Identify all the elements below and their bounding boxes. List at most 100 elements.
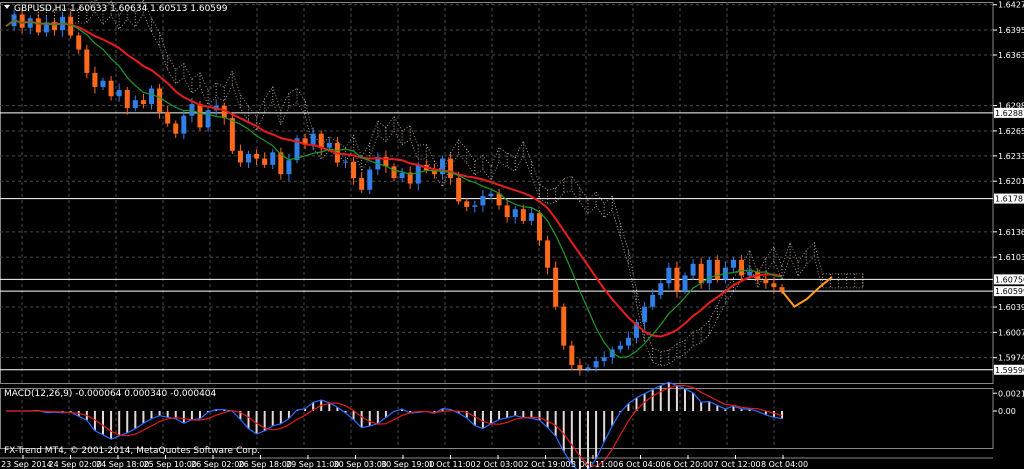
level-label: 1.59590 xyxy=(995,366,1024,375)
candle-body xyxy=(747,271,753,276)
price-tick-label: 1.61035 xyxy=(998,253,1024,262)
time-tick-label: 1 Oct 11:00 xyxy=(429,460,476,469)
candle-body xyxy=(698,263,704,284)
candle-body xyxy=(537,213,542,241)
candle-body xyxy=(326,143,332,148)
candle-body xyxy=(310,133,316,145)
candle-body xyxy=(367,169,373,190)
candle-body xyxy=(229,118,235,151)
level-label: 1.61787 xyxy=(995,195,1024,204)
candle-body xyxy=(246,153,251,163)
candle-body xyxy=(181,115,187,134)
candle-body xyxy=(205,110,211,128)
candle-body xyxy=(116,90,122,97)
price-chart[interactable]: 1.628871.617871.607501.605991.59590 1.64… xyxy=(0,0,1024,469)
price-tick-label: 1.62980 xyxy=(998,102,1024,111)
price-tick-label: 1.62655 xyxy=(998,127,1024,136)
candle-body xyxy=(237,150,243,163)
candle-body xyxy=(92,72,98,87)
candle-body xyxy=(464,201,470,207)
candle-body xyxy=(173,123,179,134)
time-tick-label: 30 Sep 03:00 xyxy=(334,460,387,469)
time-tick-label: 29 Sep 11:00 xyxy=(286,460,339,469)
candle-body xyxy=(140,100,146,105)
candle-body xyxy=(504,205,510,218)
candle-body xyxy=(84,49,90,73)
candle-body xyxy=(480,196,486,206)
candle-body xyxy=(415,164,421,184)
candle-body xyxy=(731,259,736,268)
candle-body xyxy=(488,193,494,197)
level-label: 1.60599 xyxy=(995,287,1024,296)
candle-body xyxy=(472,205,478,207)
candle-body xyxy=(706,259,712,284)
candle-body xyxy=(553,267,559,307)
candle-body xyxy=(585,367,591,369)
candle-body xyxy=(658,283,664,295)
candle-body xyxy=(545,240,551,268)
candle-body xyxy=(124,90,130,108)
candle-body xyxy=(108,80,114,97)
candle-body xyxy=(666,267,672,284)
candle-body xyxy=(197,104,203,128)
candle-body xyxy=(262,158,268,165)
candle-body xyxy=(569,345,575,366)
candle-body xyxy=(617,345,623,350)
candle-body xyxy=(391,166,397,179)
price-tick-label: 1.59745 xyxy=(998,354,1024,363)
time-tick-label: 2 Oct 03:00 xyxy=(476,460,523,469)
price-tick-label: 1.64275 xyxy=(998,1,1024,10)
copyright-text: FX-Trend MT4, © 2001-2014, MetaQuotes So… xyxy=(4,446,260,456)
candle-body xyxy=(448,158,454,179)
candle-body xyxy=(512,209,518,218)
price-tick-label: 1.60070 xyxy=(998,328,1024,337)
candle-body xyxy=(561,306,567,346)
candle-body xyxy=(593,361,599,368)
candle-body xyxy=(359,178,365,190)
price-tick-label: 1.61360 xyxy=(998,228,1024,237)
time-tick-label: 7 Oct 12:00 xyxy=(714,460,761,469)
time-tick-label: 6 Oct 20:00 xyxy=(666,460,713,469)
candle-body xyxy=(674,267,680,292)
candle-body xyxy=(270,152,276,165)
candle-body xyxy=(456,178,462,202)
candle-body xyxy=(625,337,631,346)
candle-body xyxy=(399,172,405,179)
time-tick-label: 6 Oct 04:00 xyxy=(619,460,666,469)
time-tick-label: 2 Oct 19:00 xyxy=(524,460,571,469)
candle-body xyxy=(690,263,696,276)
candle-body xyxy=(318,133,324,148)
price-axis[interactable]: 1.64275 1.63950 1.63630 1.62980 1.62655 1.623… xyxy=(993,1,1024,363)
time-tick-label: 25 Sep 10:00 xyxy=(144,460,197,469)
candle-body xyxy=(254,153,260,159)
time-tick-label: 24 Sep 02:00 xyxy=(49,460,102,469)
candle-body xyxy=(763,279,769,284)
price-tick-label: 1.62010 xyxy=(998,177,1024,186)
candle-body xyxy=(682,275,688,292)
time-tick-label: 24 Sep 18:00 xyxy=(96,460,149,469)
candle-body xyxy=(520,209,526,221)
macd-tick-label: 0.002161 xyxy=(998,389,1024,398)
macd-tick-label: 0.00 xyxy=(998,407,1016,416)
candle-body xyxy=(76,35,82,50)
time-tick-label: 3 Oct 11:00 xyxy=(571,460,618,469)
candle-body xyxy=(577,365,583,369)
time-tick-label: 30 Sep 19:00 xyxy=(381,460,434,469)
candle-body xyxy=(779,287,785,292)
time-tick-label: 8 Oct 04:00 xyxy=(761,460,808,469)
candle-body xyxy=(165,111,171,124)
price-tick-label: 1.62335 xyxy=(998,152,1024,161)
candle-body xyxy=(351,161,357,179)
candle-body xyxy=(650,294,656,307)
price-tick-label: 1.60395 xyxy=(998,303,1024,312)
time-tick-label: 26 Sep 18:00 xyxy=(239,460,292,469)
candle-body xyxy=(286,160,292,175)
candle-body xyxy=(771,283,777,288)
price-tick-label: 1.63630 xyxy=(998,51,1024,60)
time-tick-label: 23 Sep 2014 xyxy=(1,460,52,469)
candle-body xyxy=(601,357,607,362)
macd-header: MACD(12,26,9) -0.000064 0.000340 -0.0004… xyxy=(4,389,217,399)
symbol-header: GBPUSD,H1 1.60633 1.60634 1.60513 1.6059… xyxy=(14,4,228,14)
candle-body xyxy=(149,88,154,105)
level-label: 1.60750 xyxy=(995,275,1024,284)
